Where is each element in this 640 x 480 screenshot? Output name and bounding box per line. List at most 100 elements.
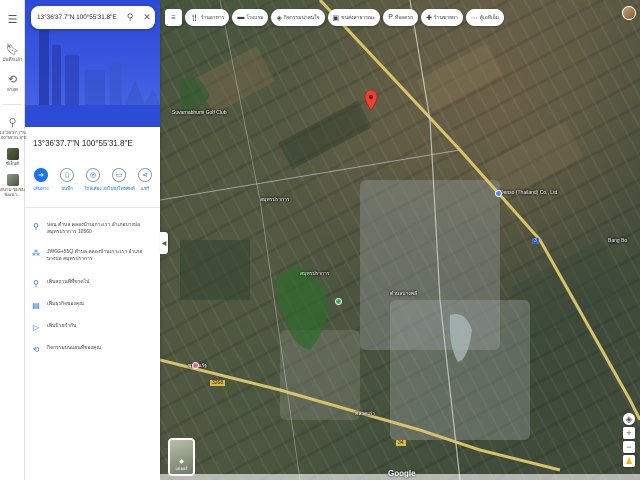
map-menu-button[interactable]: ☰ bbox=[165, 9, 182, 26]
attraction-icon: ◈ bbox=[276, 14, 282, 22]
add-business-row[interactable]: ▤ เพิ่มธุรกิจของคุณ bbox=[25, 301, 160, 310]
send-to-phone-button[interactable]: ▭ ส่งไปยังโทรศัพท์ bbox=[103, 168, 135, 192]
save-button[interactable]: ▯ บันทึก bbox=[55, 168, 79, 192]
chip-label: ร้านขายยา bbox=[433, 14, 458, 21]
address-row[interactable]: ⚲ บอนุ ตำบล คลองบ้านเกาะเรา อำเภอบางบ่อ … bbox=[25, 222, 160, 236]
restaurant-icon: 🍴︎ bbox=[190, 14, 199, 22]
recent-thumbnail bbox=[6, 148, 19, 160]
map-label: สมุทรปราการ bbox=[300, 271, 330, 277]
add-place-icon: ⚲ bbox=[33, 279, 39, 288]
maps-activity-row[interactable]: ⟲ กิจกรรมบนแผนที่ของคุณ bbox=[25, 345, 160, 354]
save-label: บันทึก bbox=[61, 186, 73, 191]
chip-pharmacies[interactable]: ✚ ร้านขายยา bbox=[421, 9, 463, 26]
chip-restaurants[interactable]: 🍴︎ ร้านอาหาร bbox=[185, 9, 230, 26]
parking-icon: P bbox=[388, 14, 393, 21]
transit-icon: ▣ bbox=[332, 14, 340, 22]
recent-item[interactable]: สนาม ชุมชนพัฒนา... bbox=[0, 174, 25, 197]
address-text: บอนุ ตำบล คลองบ้านเกาะเรา อำเภอบางบ่อ สม… bbox=[47, 222, 141, 235]
collapse-panel-button[interactable]: ◀ bbox=[160, 232, 168, 254]
search-icon[interactable]: ⚲ bbox=[124, 11, 136, 23]
nearby-label: ใกล้เคียง bbox=[84, 186, 102, 191]
chip-things-to-do[interactable]: ◈ กิจกรรมน่าสนใจ bbox=[271, 9, 325, 26]
recent-item-label: สนาม ชุมชนพัฒนา... bbox=[0, 187, 25, 197]
chip-label: ตู้เอทีเอ็ม bbox=[479, 14, 500, 21]
add-label-text: เพิ่มป้ายกำกับ bbox=[47, 323, 77, 329]
maps-activity-text: กิจกรรมบนแผนที่ของคุณ bbox=[47, 345, 101, 351]
recent-item-label: ซีเอ็นดี bbox=[5, 161, 20, 166]
bookmark-icon: ▯ bbox=[60, 168, 74, 182]
poi-marker[interactable] bbox=[192, 362, 199, 369]
poi-marker[interactable] bbox=[495, 190, 502, 197]
nearby-icon: ◎ bbox=[86, 168, 100, 182]
saved-button[interactable]: 🔖︎ บันทึกแล้ว bbox=[0, 42, 25, 63]
location-pin-icon[interactable] bbox=[364, 89, 378, 111]
road-shield: 3 bbox=[532, 238, 539, 244]
zoom-out-button[interactable]: − bbox=[623, 441, 635, 453]
phone-icon: ▭ bbox=[112, 168, 126, 182]
pegman-icon: ♟ bbox=[624, 455, 634, 466]
action-bar: ➜ เส้นทาง ▯ บันทึก ◎ ใกล้เคียง ▭ ส่งไปยั… bbox=[29, 168, 157, 192]
zoom-in-button[interactable]: + bbox=[623, 427, 635, 439]
menu-button[interactable]: ☰ bbox=[0, 0, 25, 26]
menu-icon: ☰ bbox=[171, 14, 176, 21]
menu-icon: ☰ bbox=[7, 13, 18, 26]
plus-icon: + bbox=[626, 428, 632, 438]
add-missing-place-row[interactable]: ⚲ เพิ่มสถานที่ที่ขาดไป bbox=[25, 279, 160, 288]
label-icon: ▷ bbox=[32, 323, 40, 332]
place-title: 13°36'37.7"N 100°55'31.8"E bbox=[33, 139, 133, 148]
search-input[interactable] bbox=[37, 14, 119, 21]
place-panel: ⚲ ✕ 13°36'37.7"N 100°55'31.8"E ➜ เส้นทาง… bbox=[25, 0, 160, 480]
recent-item-label: 13°36'37.7"N 100°55'31.8"E bbox=[0, 130, 27, 140]
left-rail: ☰ 🔖︎ บันทึกแล้ว ⟲ ล่าสุด ⚲ 13°36'37.7"N … bbox=[0, 0, 27, 480]
chip-label: โรงแรม bbox=[246, 14, 264, 21]
directions-icon: ➜ bbox=[34, 168, 48, 182]
recent-item[interactable]: ซีเอ็นดี bbox=[0, 148, 25, 166]
recents-button[interactable]: ⟲ ล่าสุด bbox=[0, 72, 25, 93]
location-pin-icon: ⚲ bbox=[8, 116, 17, 129]
recent-item[interactable]: ⚲ 13°36'37.7"N 100°55'31.8"E bbox=[0, 115, 27, 141]
map-label: ตลาดเก่า bbox=[355, 411, 375, 417]
panel-divider bbox=[25, 207, 160, 208]
map-controls: ◈ + − ♟ bbox=[623, 413, 635, 467]
share-icon: ⋖ bbox=[138, 168, 152, 182]
category-chips: ☰ 🍴︎ ร้านอาหาร ▬ โรงแรม ◈ กิจกรรมน่าสนใจ ▣ ข… bbox=[165, 9, 505, 26]
rail-divider bbox=[3, 104, 21, 105]
map-label: Bang Bo bbox=[608, 238, 628, 244]
chip-hotels[interactable]: ▬ โรงแรม bbox=[232, 9, 269, 26]
saved-label: บันทึกแล้ว bbox=[2, 57, 23, 62]
compass-icon: ◈ bbox=[625, 413, 633, 424]
recent-thumbnail bbox=[6, 174, 19, 186]
pegman-button[interactable]: ♟ bbox=[623, 455, 635, 467]
chip-transit[interactable]: ▣ ขนส่งสาธารณะ bbox=[327, 9, 381, 26]
history-icon: ⟲ bbox=[7, 73, 18, 86]
recents-label: ล่าสุด bbox=[7, 87, 18, 92]
plus-code-icon: ⁂ bbox=[32, 249, 40, 258]
directions-button[interactable]: ➜ เส้นทาง bbox=[29, 168, 53, 192]
google-logo: Google bbox=[388, 469, 416, 478]
plus-code-text: JW6G+55Q ตำบล คลองบ้านเกาะเรา อำเภอบางบ่… bbox=[47, 249, 143, 262]
minus-icon: − bbox=[626, 442, 632, 452]
business-icon: ▤ bbox=[32, 301, 40, 310]
compass-button[interactable]: ◈ bbox=[623, 413, 635, 425]
chip-label: ที่จอดรถ bbox=[394, 14, 414, 21]
map-label: สมุทรปราการ bbox=[260, 197, 290, 203]
add-label-row[interactable]: ▷ เพิ่มป้ายกำกับ bbox=[25, 323, 160, 332]
directions-label: เส้นทาง bbox=[33, 186, 49, 191]
satellite-map[interactable]: Suvarnabhumi Golf Club Denso (Thailand) … bbox=[160, 0, 640, 480]
layers-button[interactable]: ◆ เลเยอร์ bbox=[168, 438, 195, 476]
chip-atms[interactable]: ⋯ ตู้เอทีเอ็ม bbox=[465, 9, 505, 26]
share-button[interactable]: ⋖ แชร์ bbox=[133, 168, 157, 192]
chip-label: ขนส่งสาธารณะ bbox=[341, 14, 376, 21]
hotel-icon: ▬ bbox=[237, 14, 245, 21]
plus-code-row[interactable]: ⁂ JW6G+55Q ตำบล คลองบ้านเกาะเรา อำเภอบาง… bbox=[25, 249, 160, 263]
add-business-text: เพิ่มธุรกิจของคุณ bbox=[47, 301, 84, 307]
layers-icon: ◆ bbox=[179, 459, 184, 465]
search-box[interactable]: ⚲ ✕ bbox=[31, 6, 155, 29]
close-icon[interactable]: ✕ bbox=[141, 11, 153, 23]
chip-parking[interactable]: P ที่จอดรถ bbox=[383, 9, 419, 26]
map-label: ตำบลบางพลี bbox=[390, 291, 418, 297]
bookmark-icon: 🔖︎ bbox=[5, 43, 20, 56]
account-avatar[interactable] bbox=[622, 6, 636, 20]
poi-marker[interactable] bbox=[335, 298, 342, 305]
nearby-button[interactable]: ◎ ใกล้เคียง bbox=[81, 168, 105, 192]
